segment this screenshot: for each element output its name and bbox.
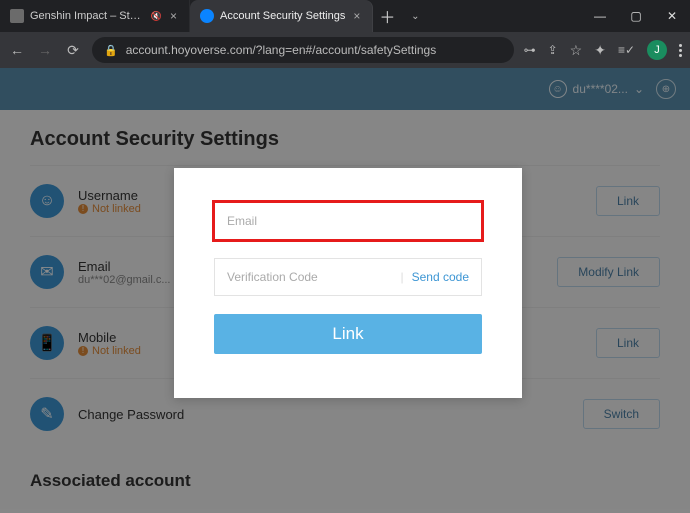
favicon-icon — [200, 9, 214, 23]
link-submit-button[interactable]: Link — [214, 314, 482, 354]
browser-urlbar: ← → ⟳ 🔒 account.hoyoverse.com/?lang=en#/… — [0, 32, 690, 68]
extensions-icon[interactable]: ✦ — [594, 42, 606, 59]
field-separator: | — [400, 270, 403, 284]
favicon-icon — [10, 9, 24, 23]
close-icon[interactable]: × — [351, 9, 362, 23]
mute-icon[interactable]: 🔇 — [151, 11, 162, 22]
send-code-button[interactable]: Send code — [412, 270, 469, 284]
browser-titlebar: Genshin Impact – Step Into 🔇 × Account S… — [0, 0, 690, 32]
lock-icon: 🔒 — [104, 44, 118, 57]
key-icon[interactable]: ⊶ — [524, 43, 536, 57]
tab-label: Account Security Settings — [220, 10, 345, 22]
minimize-button[interactable]: — — [582, 0, 618, 32]
email-input[interactable] — [227, 214, 469, 228]
tab-account-security[interactable]: Account Security Settings × — [190, 0, 373, 32]
back-button[interactable]: ← — [8, 42, 26, 58]
url-text: account.hoyoverse.com/?lang=en#/account/… — [126, 43, 437, 57]
tab-overflow-icon[interactable]: ⌄ — [401, 0, 429, 32]
code-field-wrapper[interactable]: | Send code — [214, 258, 482, 296]
verification-code-input[interactable] — [227, 270, 392, 284]
new-tab-button[interactable]: ＋ — [373, 0, 401, 32]
reload-button[interactable]: ⟳ — [64, 42, 82, 59]
kebab-menu-icon[interactable] — [679, 44, 682, 57]
tab-label: Genshin Impact – Step Into — [30, 10, 145, 22]
address-bar[interactable]: 🔒 account.hoyoverse.com/?lang=en#/accoun… — [92, 37, 514, 63]
link-email-modal: | Send code Link — [174, 168, 522, 398]
share-icon[interactable]: ⇪ — [548, 43, 558, 57]
profile-avatar[interactable]: J — [647, 40, 667, 60]
maximize-button[interactable]: ▢ — [618, 0, 654, 32]
tab-genshin[interactable]: Genshin Impact – Step Into 🔇 × — [0, 0, 190, 32]
close-icon[interactable]: × — [168, 9, 179, 23]
page-viewport: ☺ du****02... ⌄ ⊕ Account Security Setti… — [0, 68, 690, 513]
star-icon[interactable]: ☆ — [570, 42, 583, 59]
close-window-button[interactable]: ✕ — [654, 0, 690, 32]
reading-list-icon[interactable]: ≡✓ — [618, 43, 635, 57]
email-field-wrapper[interactable] — [214, 202, 482, 240]
forward-button: → — [36, 42, 54, 58]
